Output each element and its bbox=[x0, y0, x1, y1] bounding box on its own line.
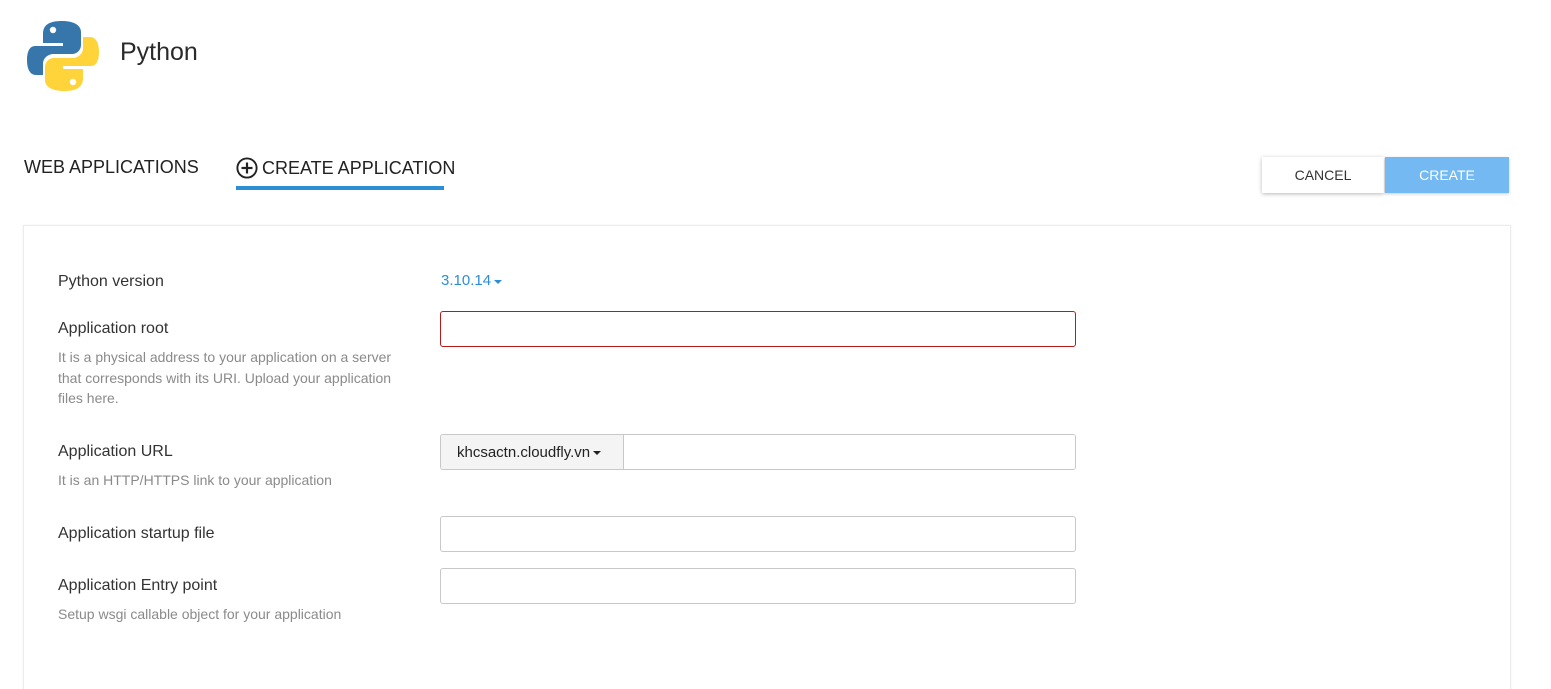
cancel-button[interactable]: CANCEL bbox=[1262, 157, 1384, 193]
plus-circle-icon bbox=[236, 157, 258, 179]
app-url-help: It is an HTTP/HTTPS link to your applica… bbox=[58, 472, 332, 488]
app-root-input[interactable] bbox=[440, 311, 1076, 347]
startup-file-input[interactable] bbox=[440, 516, 1076, 552]
create-button[interactable]: CREATE bbox=[1385, 157, 1509, 193]
app-root-help: It is a physical address to your applica… bbox=[58, 349, 392, 406]
python-version-value: 3.10.14 bbox=[441, 272, 492, 289]
entry-point-input[interactable] bbox=[440, 568, 1076, 604]
domain-value: khcsactn.cloudfly.vn bbox=[457, 443, 591, 461]
active-tab-indicator bbox=[236, 186, 444, 190]
domain-select[interactable]: khcsactn.cloudfly.vn bbox=[441, 435, 624, 469]
tab-label: WEB APPLICATIONS bbox=[24, 157, 199, 177]
tab-web-applications[interactable]: WEB APPLICATIONS bbox=[24, 157, 199, 178]
tab-create-application[interactable]: CREATE APPLICATION bbox=[236, 157, 455, 179]
tab-label: CREATE APPLICATION bbox=[262, 157, 456, 178]
page-title: Python bbox=[120, 38, 198, 66]
entry-point-help: Setup wsgi callable object for your appl… bbox=[58, 606, 342, 622]
page: Python WEB APPLICATIONS CREATE APPLICATI… bbox=[0, 0, 1551, 689]
python-version-label: Python version bbox=[58, 273, 164, 290]
app-url-label: Application URL bbox=[58, 443, 173, 460]
caret-down-icon bbox=[494, 279, 503, 284]
startup-file-label: Application startup file bbox=[58, 525, 215, 542]
app-url-input[interactable] bbox=[624, 435, 1075, 469]
python-version-select[interactable]: 3.10.14 bbox=[441, 272, 503, 289]
app-root-label: Application root bbox=[58, 320, 169, 337]
entry-point-label: Application Entry point bbox=[58, 577, 218, 594]
app-url-field: khcsactn.cloudfly.vn bbox=[440, 434, 1076, 470]
python-logo-icon bbox=[27, 20, 99, 92]
caret-down-icon bbox=[593, 451, 602, 455]
